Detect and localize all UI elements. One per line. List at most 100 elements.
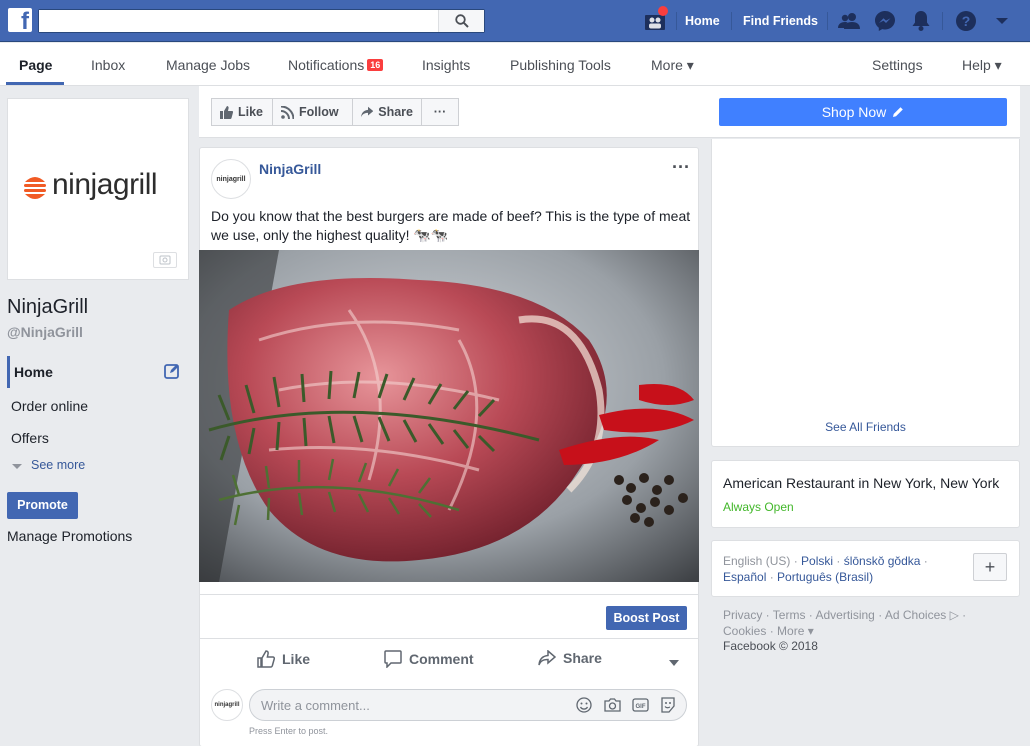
- notification-count-badge: 16: [367, 59, 384, 71]
- camera-icon[interactable]: [153, 252, 177, 268]
- comment-label: Comment: [409, 651, 474, 667]
- copyright: Facebook © 2018: [723, 639, 818, 653]
- like-post-button[interactable]: Like: [257, 650, 310, 668]
- like-page-button[interactable]: Like: [211, 98, 273, 126]
- friends-panel: [711, 139, 1020, 447]
- language-option[interactable]: ślōnskŏ gŏdka: [844, 554, 921, 568]
- footer-link-ad-choices[interactable]: Ad Choices ▷: [885, 608, 959, 622]
- footer-link-advertising[interactable]: Advertising: [815, 608, 874, 622]
- footer-link-more[interactable]: More ▾: [777, 624, 814, 638]
- sidebar-item-order-online[interactable]: Order online: [11, 398, 88, 414]
- rss-icon: [281, 105, 294, 119]
- comment-box: [249, 689, 687, 721]
- tab-manage-jobs[interactable]: Manage Jobs: [166, 57, 250, 73]
- page-voice-avatar[interactable]: [650, 654, 666, 664]
- language-option[interactable]: Español: [723, 570, 766, 584]
- tab-notifications[interactable]: Notifications 16: [288, 57, 384, 73]
- svg-text:?: ?: [962, 13, 971, 29]
- comment-button[interactable]: Comment: [384, 650, 474, 668]
- follow-button[interactable]: Follow: [272, 98, 353, 126]
- search-input[interactable]: [39, 10, 437, 32]
- commenter-avatar[interactable]: ninjagrill: [211, 689, 243, 721]
- notification-dot: [658, 6, 668, 16]
- share-post-button[interactable]: Share: [538, 650, 602, 666]
- more-dots-icon: ···: [433, 105, 447, 119]
- search-button[interactable]: [438, 10, 484, 32]
- thumbs-up-outline-icon: [257, 650, 275, 668]
- search-box: [38, 9, 485, 33]
- notifications-bell-icon[interactable]: [910, 10, 932, 32]
- active-indicator: [7, 356, 10, 388]
- shop-now-button[interactable]: Shop Now: [719, 98, 1007, 126]
- share-arrow-outline-icon: [538, 650, 556, 666]
- page-category[interactable]: American Restaurant in New York, New Yor…: [723, 475, 999, 491]
- language-option[interactable]: Polski: [801, 554, 833, 568]
- more-options-button[interactable]: ···: [421, 98, 459, 126]
- chevron-down-icon: [11, 458, 23, 477]
- footer-link-privacy[interactable]: Privacy: [723, 608, 762, 622]
- press-enter-hint: Press Enter to post.: [249, 726, 329, 736]
- post-options-icon[interactable]: ···: [672, 157, 690, 178]
- help-icon[interactable]: ?: [955, 10, 977, 32]
- like-post-label: Like: [282, 651, 311, 667]
- tab-label: Notifications: [288, 57, 365, 73]
- active-tab-indicator: [6, 82, 64, 85]
- boost-post-button[interactable]: Boost Post: [606, 606, 687, 630]
- find-friends-link[interactable]: Find Friends: [743, 14, 818, 28]
- emoji-icon[interactable]: [575, 696, 593, 714]
- post-author-avatar[interactable]: ninjagrill: [211, 159, 251, 199]
- tab-inbox[interactable]: Inbox: [91, 57, 125, 73]
- sidebar-item-home[interactable]: Home: [14, 364, 53, 380]
- follow-label: Follow: [299, 105, 339, 119]
- gif-icon[interactable]: GIF: [631, 696, 649, 714]
- pencil-icon: [893, 107, 904, 117]
- steak-photo[interactable]: [199, 250, 699, 582]
- tab-publishing-tools[interactable]: Publishing Tools: [510, 57, 611, 73]
- footer-link-terms[interactable]: Terms: [773, 608, 806, 622]
- like-page-label: Like: [238, 105, 264, 119]
- divider: [676, 12, 677, 30]
- sidebar-item-offers[interactable]: Offers: [11, 430, 49, 446]
- about-panel: [711, 460, 1020, 528]
- divider: [199, 594, 699, 595]
- language-option[interactable]: Português (Brasil): [777, 570, 873, 584]
- see-all-friends-link[interactable]: See All Friends: [711, 420, 1020, 434]
- comment-bubble-icon: [384, 650, 402, 668]
- page-name[interactable]: NinjaGrill: [7, 296, 88, 319]
- post-author-name[interactable]: NinjaGrill: [259, 161, 321, 177]
- home-link[interactable]: Home: [685, 14, 720, 28]
- shop-now-label: Shop Now: [821, 104, 887, 120]
- account-menu-chevron-icon[interactable]: [991, 10, 1013, 32]
- tab-insights[interactable]: Insights: [422, 57, 470, 73]
- divider: [942, 12, 943, 30]
- share-page-button[interactable]: Share: [352, 98, 422, 126]
- footer-link-cookies[interactable]: Cookies: [723, 624, 766, 638]
- manage-promotions-link[interactable]: Manage Promotions: [7, 528, 132, 544]
- page-logo-text: ninjagrill: [52, 168, 158, 201]
- language-current: English (US): [723, 554, 791, 568]
- page-handle[interactable]: @NinjaGrill: [7, 324, 83, 340]
- divider: [199, 638, 699, 639]
- sticker-icon[interactable]: [659, 696, 677, 714]
- share-arrow-icon: [361, 106, 374, 118]
- promote-button[interactable]: Promote: [7, 492, 78, 519]
- chevron-down-icon[interactable]: [669, 654, 679, 670]
- tab-more[interactable]: More ▾: [651, 57, 694, 74]
- post-text: Do you know that the best burgers are ma…: [211, 208, 691, 243]
- add-language-button[interactable]: +: [973, 553, 1007, 581]
- edit-icon[interactable]: [164, 363, 180, 382]
- facebook-logo-icon[interactable]: f: [8, 8, 32, 32]
- divider: [827, 12, 828, 30]
- tab-help[interactable]: Help ▾: [962, 57, 1002, 74]
- messenger-icon[interactable]: [874, 10, 896, 32]
- share-page-label: Share: [378, 105, 413, 119]
- friend-requests-icon[interactable]: [838, 10, 860, 32]
- comment-input[interactable]: [250, 690, 550, 720]
- language-list: English (US) · Polski · ślōnskŏ gŏdka · …: [723, 554, 928, 584]
- ninjagrill-logo-icon: [24, 177, 46, 199]
- tab-settings[interactable]: Settings: [872, 57, 923, 73]
- tab-page[interactable]: Page: [19, 57, 52, 73]
- svg-text:GIF: GIF: [635, 704, 645, 710]
- see-more-link[interactable]: See more: [31, 458, 85, 472]
- camera-icon[interactable]: [603, 696, 621, 714]
